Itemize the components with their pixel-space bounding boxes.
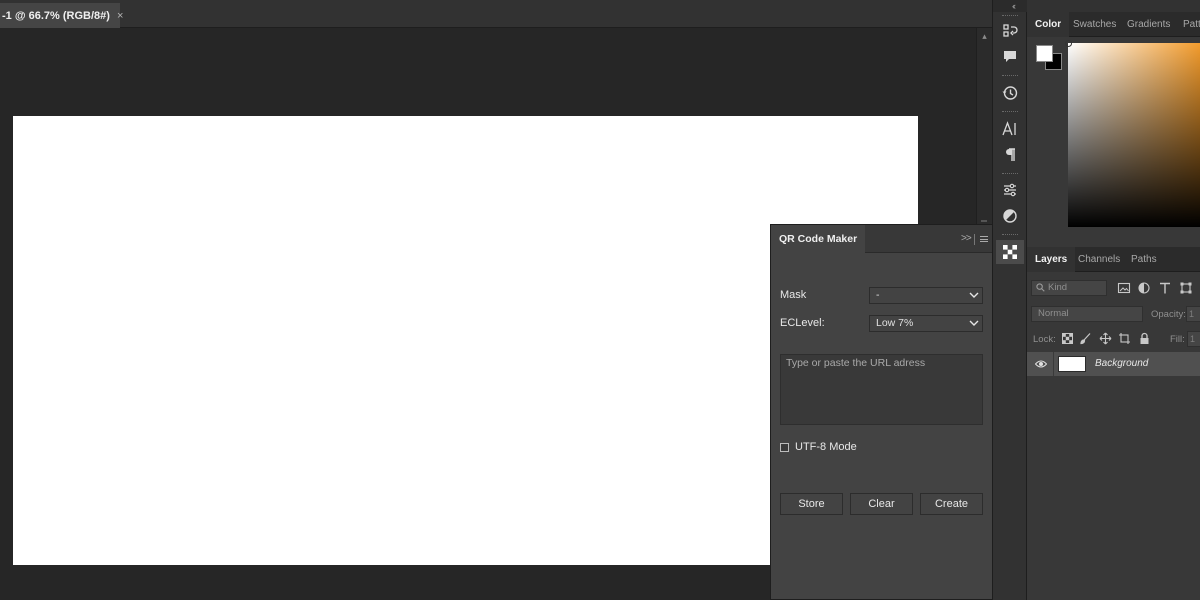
- image-filter-icon[interactable]: [1117, 281, 1131, 295]
- fill-input[interactable]: 1: [1187, 331, 1200, 347]
- utf8-mode-label: UTF-8 Mode: [795, 441, 857, 453]
- tab-patterns[interactable]: Patt: [1175, 12, 1200, 37]
- document-tab-title: -1 @ 66.7% (RGB/8#): [2, 9, 110, 22]
- learn-icon[interactable]: [996, 20, 1024, 44]
- store-button[interactable]: Store: [780, 493, 843, 515]
- document-tab[interactable]: -1 @ 66.7% (RGB/8#) ×: [0, 3, 123, 28]
- mask-select[interactable]: -: [869, 287, 983, 304]
- move-icon[interactable]: [1099, 332, 1112, 345]
- blend-mode-select[interactable]: Normal: [1031, 306, 1143, 322]
- character-icon[interactable]: [996, 117, 1024, 141]
- layer-row[interactable]: Background: [1027, 352, 1200, 376]
- panel-icon-dock: [992, 0, 1028, 600]
- dock-grip[interactable]: [1002, 234, 1018, 236]
- shape-filter-icon[interactable]: [1179, 281, 1193, 295]
- qr-code-maker-panel: QR Code Maker >> Mask - ECLevel: Low 7% …: [770, 224, 992, 600]
- layers-panel-tabbar: Layers Channels Paths: [1027, 247, 1200, 272]
- lock-icon[interactable]: [1138, 332, 1151, 345]
- tab-channels[interactable]: Channels: [1070, 247, 1128, 272]
- lock-label: Lock:: [1033, 334, 1056, 345]
- collapse-panels-icon[interactable]: ‹‹: [1012, 1, 1016, 11]
- panel-menu-icon[interactable]: [980, 236, 988, 242]
- tab-gradients[interactable]: Gradients: [1119, 12, 1178, 37]
- chevron-down-icon: [969, 320, 979, 326]
- color-panel: [1027, 37, 1200, 247]
- tab-paths[interactable]: Paths: [1123, 247, 1165, 272]
- dock-grip[interactable]: [1002, 111, 1018, 113]
- comments-icon[interactable]: [996, 45, 1024, 69]
- tab-color[interactable]: Color: [1027, 12, 1070, 37]
- eclevel-select[interactable]: Low 7%: [869, 315, 983, 332]
- history-icon[interactable]: [996, 81, 1024, 105]
- color-panel-tabbar: Color Swatches Gradients Patt: [1027, 12, 1200, 37]
- foreground-color-swatch[interactable]: [1036, 45, 1053, 62]
- tab-swatches[interactable]: Swatches: [1065, 12, 1124, 37]
- layer-name[interactable]: Background: [1095, 358, 1148, 369]
- layer-thumbnail[interactable]: [1058, 356, 1086, 372]
- kind-filter-label: Kind: [1048, 282, 1068, 293]
- qr-panel-tab[interactable]: QR Code Maker: [771, 225, 866, 253]
- color-picker-cursor[interactable]: [1065, 40, 1072, 47]
- eclevel-select-value: Low 7%: [876, 317, 914, 329]
- dock-grip[interactable]: [1002, 15, 1018, 17]
- expand-panel-icon[interactable]: >>: [961, 233, 972, 244]
- tab-layers[interactable]: Layers: [1027, 247, 1076, 272]
- utf8-mode-checkbox[interactable]: [780, 443, 789, 452]
- clear-button[interactable]: Clear: [850, 493, 913, 515]
- eye-icon[interactable]: [1035, 359, 1047, 369]
- dock-grip[interactable]: [1002, 75, 1018, 77]
- fill-label: Fill:: [1170, 334, 1185, 345]
- layer-kind-filter[interactable]: Kind: [1031, 280, 1107, 296]
- right-panel-column: Color Swatches Gradients Patt Layers Cha…: [1027, 0, 1200, 600]
- dock-grip[interactable]: [1002, 173, 1018, 175]
- mask-label: Mask: [780, 289, 807, 301]
- layer-divider: [1053, 352, 1054, 376]
- properties-icon[interactable]: [996, 178, 1024, 202]
- layers-panel: Kind Normal Opacity: 1 Lock: Fill: 1 Bac…: [1027, 272, 1200, 600]
- url-input[interactable]: [780, 354, 983, 425]
- document-tab-strip: -1 @ 66.7% (RGB/8#) ×: [0, 0, 992, 28]
- scrollbar-thumb[interactable]: [981, 220, 987, 222]
- adjustment-filter-icon[interactable]: [1137, 281, 1151, 295]
- scroll-up-icon[interactable]: ▴: [977, 30, 992, 42]
- search-icon: [1036, 283, 1045, 292]
- adjustments-icon[interactable]: [996, 204, 1024, 228]
- dock-header: [993, 0, 1028, 12]
- qr-plugin-icon[interactable]: [996, 240, 1024, 264]
- brush-icon[interactable]: [1079, 332, 1092, 345]
- mask-select-value: -: [876, 289, 880, 301]
- qr-panel-header: QR Code Maker >>: [771, 225, 992, 253]
- chevron-down-icon: [969, 292, 979, 298]
- opacity-input[interactable]: 1: [1186, 306, 1200, 322]
- artboard-lock-icon[interactable]: [1118, 332, 1131, 345]
- color-picker-field[interactable]: [1068, 43, 1200, 227]
- lock-transparent-pixels-icon[interactable]: [1061, 332, 1074, 345]
- type-filter-icon[interactable]: [1158, 281, 1172, 295]
- close-icon[interactable]: ×: [117, 10, 123, 22]
- header-separator: [974, 234, 975, 245]
- opacity-label: Opacity:: [1151, 309, 1186, 320]
- create-button[interactable]: Create: [920, 493, 983, 515]
- paragraph-icon[interactable]: [996, 143, 1024, 167]
- eclevel-label: ECLevel:: [780, 317, 825, 329]
